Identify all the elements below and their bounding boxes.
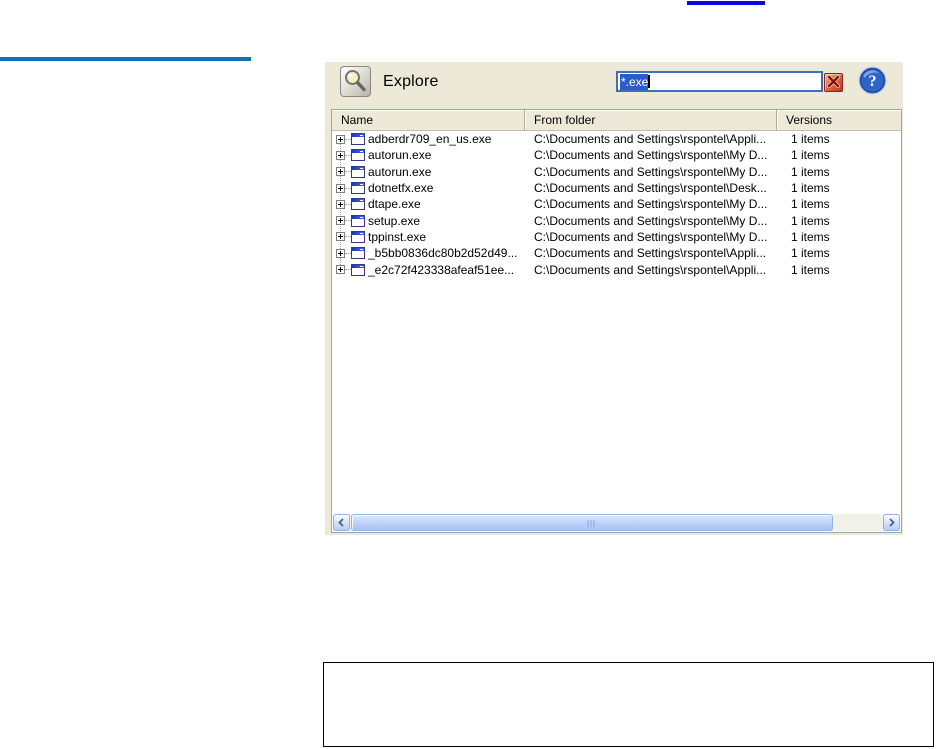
table-row[interactable]: autorun.exe C:\Documents and Settings\rs… bbox=[332, 164, 901, 180]
expand-plus-icon[interactable] bbox=[336, 183, 345, 193]
horizontal-scrollbar[interactable] bbox=[333, 514, 900, 531]
table-row[interactable]: adberdr709_en_us.exe C:\Documents and Se… bbox=[332, 131, 901, 147]
expand-plus-icon[interactable] bbox=[336, 134, 345, 144]
scroll-right-button[interactable] bbox=[883, 514, 900, 531]
file-list: Name From folder Versions adberdr709_en_… bbox=[331, 109, 902, 533]
from-folder-path: C:\Documents and Settings\rspontel\Appli… bbox=[534, 262, 767, 277]
row-name-cell: adberdr709_en_us.exe bbox=[332, 132, 524, 146]
application-window-icon bbox=[351, 133, 365, 146]
versions-count: 1 items bbox=[791, 132, 830, 147]
row-name-cell: _b5bb0836dc80b2d52d49... bbox=[332, 246, 524, 260]
expand-plus-icon[interactable] bbox=[336, 232, 345, 242]
clear-search-button[interactable] bbox=[824, 73, 843, 92]
question-mark-icon: ? bbox=[858, 66, 887, 95]
from-folder-path: C:\Documents and Settings\rspontel\Desk.… bbox=[534, 181, 767, 196]
from-folder-path: C:\Documents and Settings\rspontel\Appli… bbox=[534, 132, 767, 147]
row-name-cell: dtape.exe bbox=[332, 197, 524, 211]
explore-button[interactable] bbox=[340, 66, 371, 97]
column-header-folder[interactable]: From folder bbox=[524, 110, 776, 130]
chevron-left-icon bbox=[338, 518, 344, 527]
table-row[interactable]: dtape.exe C:\Documents and Settings\rspo… bbox=[332, 196, 901, 212]
from-folder-path: C:\Documents and Settings\rspontel\My D.… bbox=[534, 148, 768, 163]
file-name: setup.exe bbox=[368, 213, 421, 228]
application-window-icon bbox=[351, 247, 365, 260]
versions-count: 1 items bbox=[791, 164, 830, 179]
list-header-row: Name From folder Versions bbox=[332, 110, 901, 131]
file-name: dotnetfx.exe bbox=[368, 181, 434, 196]
versions-count: 1 items bbox=[791, 181, 830, 196]
row-name-cell: autorun.exe bbox=[332, 148, 524, 162]
from-folder-path: C:\Documents and Settings\rspontel\My D.… bbox=[534, 197, 768, 212]
from-folder-path: C:\Documents and Settings\rspontel\Appli… bbox=[534, 246, 767, 261]
file-name: _e2c72f423338afeaf51ee... bbox=[368, 262, 515, 277]
explore-panel: Explore *.exe ? Name From folder Version… bbox=[325, 62, 903, 535]
versions-count: 1 items bbox=[791, 197, 830, 212]
text-caret bbox=[648, 75, 651, 88]
row-name-cell: _e2c72f423338afeaf51ee... bbox=[332, 263, 524, 277]
table-row[interactable]: tppinst.exe C:\Documents and Settings\rs… bbox=[332, 229, 901, 245]
help-button[interactable]: ? bbox=[858, 66, 887, 95]
expand-plus-icon[interactable] bbox=[336, 248, 345, 258]
application-window-icon bbox=[351, 149, 365, 162]
versions-count: 1 items bbox=[791, 262, 830, 277]
application-window-icon bbox=[351, 214, 365, 227]
application-window-icon bbox=[351, 263, 365, 276]
file-name: adberdr709_en_us.exe bbox=[368, 132, 492, 147]
versions-count: 1 items bbox=[791, 246, 830, 261]
column-header-versions[interactable]: Versions bbox=[776, 110, 901, 130]
table-row[interactable]: _b5bb0836dc80b2d52d49... C:\Documents an… bbox=[332, 245, 901, 261]
left-divider-rule bbox=[0, 57, 251, 61]
search-input[interactable]: *.exe bbox=[616, 71, 823, 92]
from-folder-path: C:\Documents and Settings\rspontel\My D.… bbox=[534, 164, 768, 179]
file-name: dtape.exe bbox=[368, 197, 421, 212]
file-name: _b5bb0836dc80b2d52d49... bbox=[368, 246, 518, 261]
versions-count: 1 items bbox=[791, 213, 830, 228]
column-header-name[interactable]: Name bbox=[332, 110, 524, 130]
file-name: autorun.exe bbox=[368, 148, 432, 163]
search-input-selected-text: *.exe bbox=[620, 73, 649, 90]
row-name-cell: setup.exe bbox=[332, 214, 524, 228]
table-row[interactable]: _e2c72f423338afeaf51ee... C:\Documents a… bbox=[332, 261, 901, 277]
panel-title: Explore bbox=[383, 73, 439, 90]
versions-count: 1 items bbox=[791, 229, 830, 244]
row-name-cell: autorun.exe bbox=[332, 165, 524, 179]
versions-count: 1 items bbox=[791, 148, 830, 163]
expand-plus-icon[interactable] bbox=[336, 199, 345, 209]
table-row[interactable]: autorun.exe C:\Documents and Settings\rs… bbox=[332, 147, 901, 163]
chevron-right-icon bbox=[889, 518, 895, 527]
expand-plus-icon[interactable] bbox=[336, 265, 345, 275]
expand-plus-icon[interactable] bbox=[336, 167, 345, 177]
empty-annotation-box bbox=[323, 662, 934, 747]
expand-plus-icon[interactable] bbox=[336, 216, 345, 226]
scroll-left-button[interactable] bbox=[333, 514, 350, 531]
table-row[interactable]: dotnetfx.exe C:\Documents and Settings\r… bbox=[332, 180, 901, 196]
application-window-icon bbox=[351, 182, 365, 195]
file-name: autorun.exe bbox=[368, 164, 432, 179]
from-folder-path: C:\Documents and Settings\rspontel\My D.… bbox=[534, 229, 768, 244]
row-name-cell: tppinst.exe bbox=[332, 230, 524, 244]
row-name-cell: dotnetfx.exe bbox=[332, 181, 524, 195]
top-link-fragment[interactable] bbox=[687, 1, 765, 5]
svg-text:?: ? bbox=[869, 73, 877, 90]
file-list-rows: adberdr709_en_us.exe C:\Documents and Se… bbox=[332, 131, 901, 278]
scrollbar-thumb[interactable] bbox=[351, 514, 833, 531]
from-folder-path: C:\Documents and Settings\rspontel\My D.… bbox=[534, 213, 768, 228]
file-name: tppinst.exe bbox=[368, 229, 427, 244]
expand-plus-icon[interactable] bbox=[336, 150, 345, 160]
red-x-icon bbox=[827, 75, 840, 88]
table-row[interactable]: setup.exe C:\Documents and Settings\rspo… bbox=[332, 212, 901, 228]
magnifier-icon bbox=[345, 70, 366, 92]
application-window-icon bbox=[351, 165, 365, 178]
application-window-icon bbox=[351, 230, 365, 243]
application-window-icon bbox=[351, 198, 365, 211]
